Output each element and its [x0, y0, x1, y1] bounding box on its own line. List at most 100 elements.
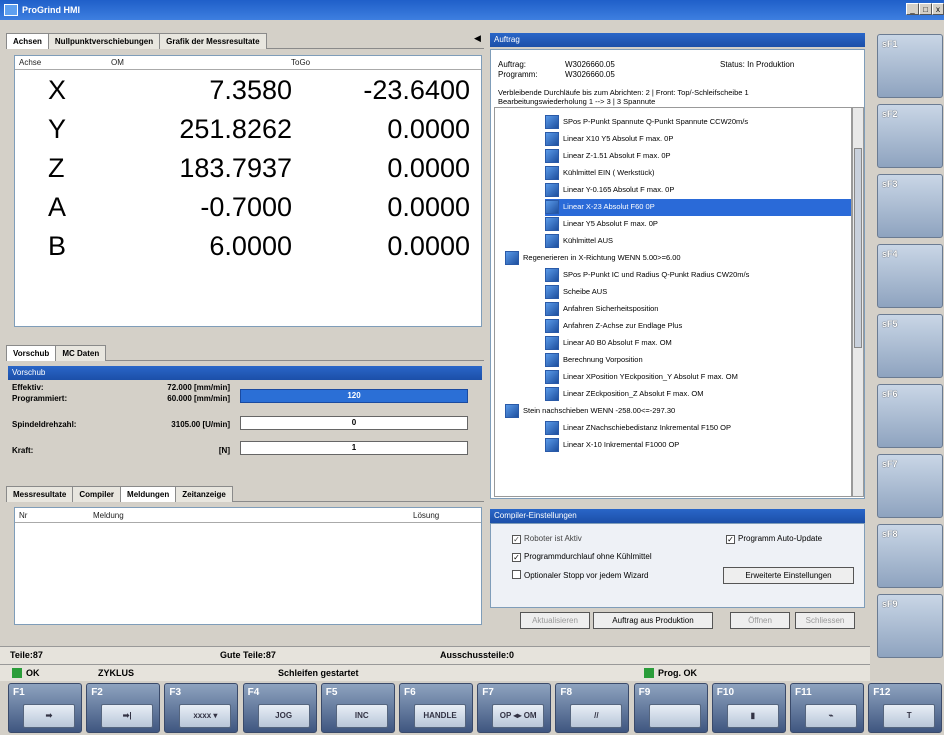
softkey-label: sF1	[882, 39, 898, 49]
tree-item[interactable]: Stein nachschieben WENN -258.00<=-297.30	[505, 403, 851, 420]
step-icon	[545, 370, 559, 384]
prog-led-icon	[644, 668, 654, 678]
close-job-button[interactable]: Schliessen	[795, 612, 855, 629]
softkey-sf5[interactable]: sF5	[877, 314, 943, 378]
tree-item-label: Linear X-10 Inkremental F1000 OP	[563, 440, 680, 449]
fkey-label: F3	[169, 687, 182, 698]
grinding-status: Schleifen gestartet	[278, 668, 359, 678]
tree-item[interactable]: SPos P-Punkt Spannute Q-Punkt Spannute C…	[545, 114, 851, 131]
tree-item[interactable]: Linear X10 Y5 Absolut F max. 0P	[545, 131, 851, 148]
function-key-f5[interactable]: F5 INC	[320, 683, 395, 733]
softkey-label: sF8	[882, 529, 898, 539]
cycle-status: ZYKLUS	[98, 668, 134, 678]
tree-item[interactable]: Linear A0 B0 Absolut F max. OM	[545, 335, 851, 352]
tree-item[interactable]: Scheibe AUS	[545, 284, 851, 301]
step-icon	[545, 285, 559, 299]
tree-item[interactable]: Anfahren Sicherheitsposition	[545, 301, 851, 318]
tree-item[interactable]: SPos P-Punkt IC und Radius Q-Punkt Radiu…	[545, 267, 851, 284]
minimize-button[interactable]: _	[906, 3, 919, 15]
function-key-f6[interactable]: F6 HANDLE	[399, 683, 473, 733]
refresh-button[interactable]: Aktualisieren	[520, 612, 590, 629]
good-parts-count: Gute Teile:87	[220, 650, 276, 660]
program-tree[interactable]: SPos P-Punkt Spannute Q-Punkt Spannute C…	[494, 107, 852, 497]
tree-item[interactable]: Linear Y-0.165 Absolut F max. 0P	[545, 182, 851, 199]
step-icon	[545, 149, 559, 163]
tree-item[interactable]: Kühlmittel AUS	[545, 233, 851, 250]
tree-item[interactable]: Linear ZEckposition_Z Absolut F max. OM	[545, 386, 851, 403]
tree-item[interactable]: Linear X-23 Absolut F60 0P	[545, 199, 851, 216]
step-icon	[545, 302, 559, 316]
function-key-f10[interactable]: F10 ▮	[711, 683, 786, 733]
function-key-f12[interactable]: F12 T	[868, 683, 943, 733]
force-label: Kraft:	[12, 446, 34, 455]
softkey-sf1[interactable]: sF1	[877, 34, 943, 98]
softkey-sf3[interactable]: sF3	[877, 174, 943, 238]
tree-scroll-thumb[interactable]	[854, 148, 862, 348]
tree-item[interactable]: Berechnung Vorposition	[545, 352, 851, 369]
tab-nullpunktverschiebungen[interactable]: Nullpunktverschiebungen	[47, 33, 161, 49]
tree-item-label: Anfahren Z-Achse zur Endlage Plus	[563, 321, 683, 330]
fkey-label: F1	[13, 687, 25, 698]
softkey-sf7[interactable]: sF7	[877, 454, 943, 518]
fkey-icon: ➡|	[101, 704, 154, 728]
job-from-production-button[interactable]: Auftrag aus Produktion	[593, 612, 713, 629]
optional-stop-checkbox[interactable]: Optionaler Stopp vor jedem Wizard	[512, 570, 649, 580]
fkey-label: F9	[638, 687, 651, 698]
tree-item[interactable]: Anfahren Z-Achse zur Endlage Plus	[545, 318, 851, 335]
softkey-sf2[interactable]: sF2	[877, 104, 943, 168]
function-key-f4[interactable]: F4 JOG	[242, 683, 317, 733]
function-key-f8[interactable]: F8 //	[555, 683, 630, 733]
tree-item[interactable]: Kühlmittel EIN ( Werkstück)	[545, 165, 851, 182]
tab-messresultate[interactable]: Messresultate	[6, 486, 74, 502]
tab-compiler[interactable]: Compiler	[72, 486, 122, 502]
tab-zeitanzeige[interactable]: Zeitanzeige	[175, 486, 233, 502]
robot-checkbox[interactable]: ✓ Roboter ist Aktiv	[512, 534, 582, 544]
axis-togo-value: 0.0000	[387, 192, 470, 222]
tree-item-label: Linear X10 Y5 Absolut F max. 0P	[563, 134, 674, 143]
tree-item[interactable]: Linear XPosition YEckposition_Y Absolut …	[545, 369, 851, 386]
softkey-label: sF7	[882, 459, 898, 469]
function-key-f7[interactable]: F7 OP ◂▸ OM	[477, 683, 552, 733]
programm-value: W3026660.05	[565, 70, 615, 79]
function-key-f11[interactable]: F11 ⌁	[790, 683, 864, 733]
function-key-f9[interactable]: F9	[633, 683, 708, 733]
job-status: Status: In Produktion	[720, 60, 795, 69]
tree-item[interactable]: Linear Y5 Absolut F max. 0P	[545, 216, 851, 233]
function-key-f2[interactable]: F2 ➡|	[86, 683, 161, 733]
step-icon	[545, 387, 559, 401]
tree-item-label: Linear X-23 Absolut F60 0P	[563, 202, 655, 211]
msg-tabbar: Messresultate Compiler Meldungen Zeitanz…	[6, 486, 484, 502]
tree-item-label: Linear ZNachschiebedistanz Inkremental F…	[563, 423, 732, 432]
softkey-sf8[interactable]: sF8	[877, 524, 943, 588]
open-button[interactable]: Öffnen	[730, 612, 790, 629]
close-button[interactable]: x	[932, 3, 944, 15]
softkey-sf6[interactable]: sF6	[877, 384, 943, 448]
spindle-label: Spindeldrehzahl:	[12, 420, 77, 429]
axes-tabbar: Achsen Nullpunktverschiebungen Grafik de…	[6, 33, 484, 50]
no-coolant-checkbox[interactable]: ✓ Programmdurchlauf ohne Kühlmittel	[512, 552, 652, 562]
tree-scrollbar[interactable]	[852, 107, 864, 497]
function-key-f1[interactable]: F1 ➡	[8, 683, 82, 733]
advanced-settings-button[interactable]: Erweiterte Einstellungen	[723, 567, 854, 584]
maximize-button[interactable]: □	[919, 3, 932, 15]
optional-stop-label: Optionaler Stopp vor jedem Wizard	[524, 571, 649, 580]
auto-update-checkbox[interactable]: ✓ Programm Auto-Update	[726, 534, 822, 544]
collapse-left-icon[interactable]: ◀	[474, 33, 481, 44]
fkey-label: F6	[404, 687, 416, 698]
tab-meldungen[interactable]: Meldungen	[120, 486, 177, 502]
function-key-f3[interactable]: F3 xxxx ▾	[164, 683, 239, 733]
tab-mc-daten[interactable]: MC Daten	[55, 345, 107, 361]
tab-vorschub[interactable]: Vorschub	[6, 345, 57, 361]
tab-achsen[interactable]: Achsen	[6, 33, 49, 49]
softkey-sf4[interactable]: sF4	[877, 244, 943, 308]
ok-led-icon	[12, 668, 22, 678]
parts-count: Teile:87	[10, 650, 43, 660]
softkey-sf9[interactable]: sF9	[877, 594, 943, 658]
tree-item[interactable]: Linear X-10 Inkremental F1000 OP	[545, 437, 851, 454]
tree-item-label: Regenerieren in X-Richtung WENN 5.00>=6.…	[523, 253, 681, 262]
tab-grafik-messresultate[interactable]: Grafik der Messresultate	[159, 33, 267, 49]
tree-item[interactable]: Linear ZNachschiebedistanz Inkremental F…	[545, 420, 851, 437]
tree-item[interactable]: Regenerieren in X-Richtung WENN 5.00>=6.…	[505, 250, 851, 267]
fkey-icon: OP ◂▸ OM	[492, 704, 545, 728]
tree-item[interactable]: Linear Z-1.51 Absolut F max. 0P	[545, 148, 851, 165]
